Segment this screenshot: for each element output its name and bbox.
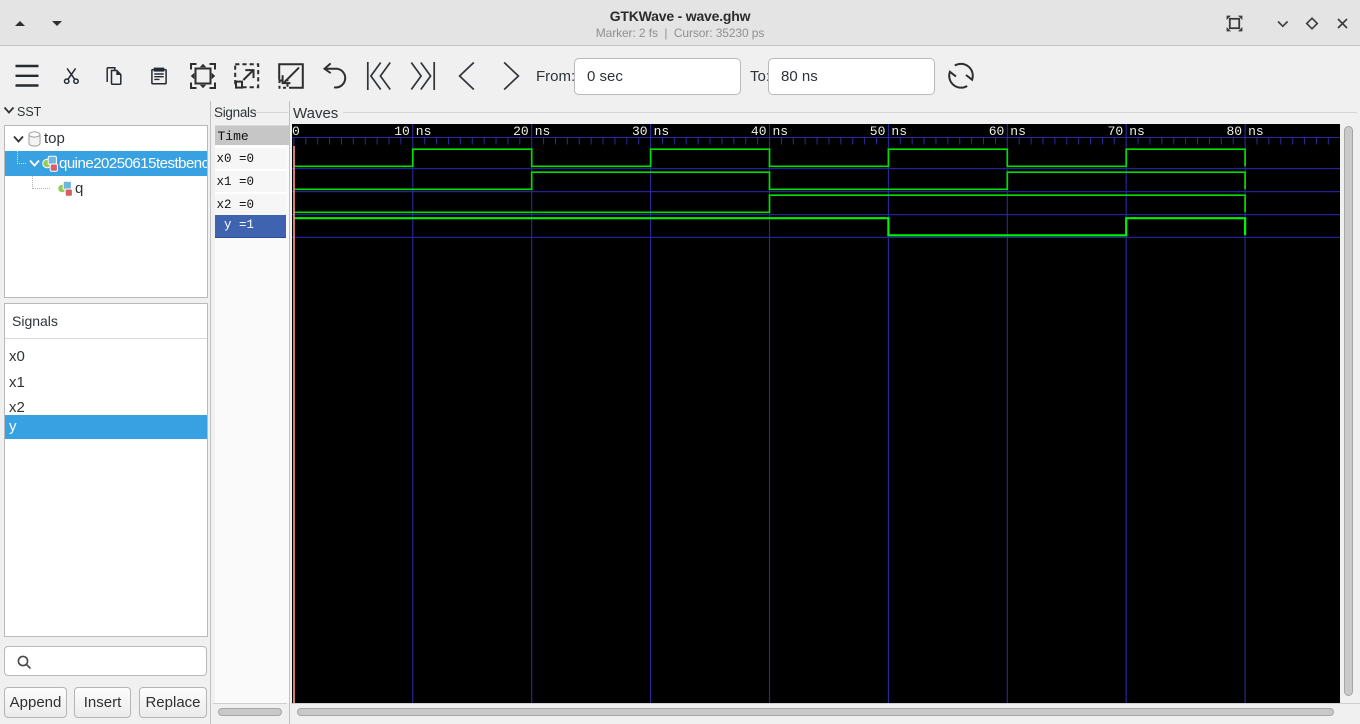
svg-text:20: 20 bbox=[513, 124, 529, 139]
svg-text:ns: ns bbox=[773, 124, 789, 139]
svg-text:50: 50 bbox=[870, 124, 886, 139]
svg-text:ns: ns bbox=[1010, 124, 1026, 139]
svg-text:ns: ns bbox=[654, 124, 670, 139]
svg-text:80: 80 bbox=[1226, 124, 1242, 139]
svg-text:40: 40 bbox=[751, 124, 767, 139]
svg-text:0: 0 bbox=[292, 124, 300, 139]
svg-text:ns: ns bbox=[416, 124, 432, 139]
svg-text:ns: ns bbox=[1129, 124, 1145, 139]
svg-text:ns: ns bbox=[891, 124, 907, 139]
svg-text:ns: ns bbox=[535, 124, 551, 139]
svg-text:60: 60 bbox=[989, 124, 1005, 139]
svg-text:10: 10 bbox=[394, 124, 410, 139]
svg-text:30: 30 bbox=[632, 124, 648, 139]
svg-text:70: 70 bbox=[1108, 124, 1124, 139]
svg-text:ns: ns bbox=[1248, 124, 1264, 139]
